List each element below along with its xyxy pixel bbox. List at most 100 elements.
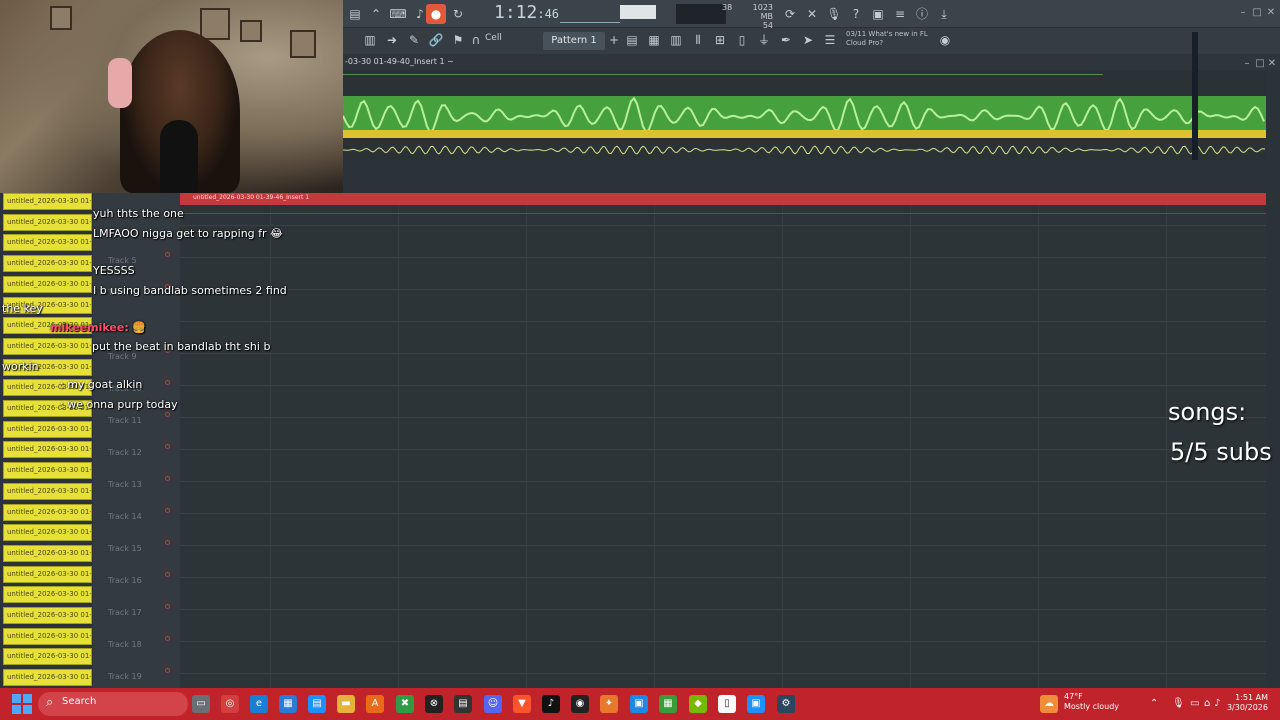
folder-icon[interactable]: ▬ [337, 695, 355, 713]
audio-clip[interactable]: untitled_2026-03-30 01- [3, 627, 92, 645]
playlist-icon[interactable]: ▤ [622, 30, 642, 50]
record-mode-icon[interactable]: ● [426, 4, 446, 24]
audio-clip[interactable]: untitled_2026-03-30 01- [3, 607, 92, 624]
mixer-view-icon[interactable]: ⫴ [688, 30, 708, 50]
task-view-icon[interactable]: ▭ [192, 695, 210, 713]
track-label[interactable]: Track 19 [108, 672, 142, 681]
word-icon[interactable]: ▤ [308, 695, 326, 713]
track-mute-indicator[interactable] [165, 604, 170, 609]
brave-icon[interactable]: ▼ [513, 695, 531, 713]
obs-icon[interactable]: ◉ [571, 695, 589, 713]
browser-icon[interactable]: ⊞ [710, 30, 730, 50]
maximize-icon[interactable]: □ [1250, 6, 1264, 20]
audio-clip[interactable]: untitled_2026-03-30 01- [3, 565, 92, 583]
track-label[interactable]: Track 9 [108, 352, 137, 361]
track-mute-indicator[interactable] [165, 476, 170, 481]
app2-icon[interactable]: ▣ [747, 695, 765, 713]
steam-icon[interactable]: ⚙ [777, 695, 795, 713]
list-icon[interactable]: ☰ [820, 30, 840, 50]
piano-roll-icon[interactable]: ▥ [360, 30, 380, 50]
menu-icon[interactable]: ▤ [345, 4, 365, 24]
add-pattern-icon[interactable]: + [604, 30, 624, 50]
track-mute-indicator[interactable] [165, 540, 170, 545]
app-icon[interactable]: ▤ [454, 695, 472, 713]
store-icon[interactable]: ▦ [279, 695, 297, 713]
audio-clip[interactable]: untitled_2026-03-30 01- [3, 234, 92, 252]
track-mute-indicator[interactable] [165, 572, 170, 577]
audio-clip[interactable]: untitled_2026-03-30 01- [3, 669, 92, 687]
audio-clip[interactable]: untitled_2026-03-30 01- [3, 648, 92, 666]
mixer-icon[interactable]: ≡ [890, 4, 910, 24]
reset-icon[interactable]: ⟳ [780, 4, 800, 24]
weather-widget[interactable]: 47°F Mostly cloudy [1064, 692, 1119, 712]
playlist-close-icon[interactable]: ✕ [1265, 57, 1279, 71]
start-button[interactable] [12, 694, 32, 714]
taskbar-search-box[interactable] [38, 692, 188, 716]
paint-icon[interactable]: ✒ [776, 30, 796, 50]
playlist-grid[interactable] [180, 193, 1266, 688]
audio-clip[interactable]: untitled_2026-03-30 01- [3, 255, 92, 273]
microphone-icon[interactable]: 🎙 [824, 4, 844, 24]
plugin-icon[interactable]: ▯ [732, 30, 752, 50]
photos-icon[interactable]: ▣ [630, 695, 648, 713]
audio-clip[interactable]: untitled_2026-03-30 01- [3, 462, 92, 480]
audio-clip[interactable]: untitled_2026-03-30 01- [3, 420, 92, 438]
fl-studio-active-icon[interactable]: ✦ [600, 695, 618, 713]
slice-icon[interactable]: 🔗 [426, 30, 446, 50]
audio-clip[interactable]: untitled_2026-03-30 01- [3, 544, 92, 562]
audio-clip[interactable]: untitled_2026-03-30 01- [3, 524, 92, 542]
draw-icon[interactable]: ✎ [404, 30, 424, 50]
audio-clip[interactable]: untitled_2026-03-30 01- [3, 337, 92, 355]
audio-clip[interactable]: untitled_2026-03-30 01- [3, 586, 92, 604]
track-label[interactable]: Track 12 [108, 448, 142, 457]
tray-chevron-icon[interactable]: ⌃ [1150, 698, 1158, 709]
typing-keyboard-icon[interactable]: ⌨ [388, 4, 408, 24]
audio-clip[interactable]: untitled_2026-03-30 01- [3, 441, 92, 459]
loop-icon[interactable]: ↻ [448, 4, 468, 24]
volume-icon[interactable]: ♪ [1214, 698, 1220, 709]
audio-clip[interactable]: untitled_2026-03-30 01- [3, 275, 92, 293]
track-label[interactable]: Track 13 [108, 480, 142, 489]
pattern-selector[interactable]: Pattern 1 [543, 32, 605, 50]
track-label[interactable]: Track 18 [108, 640, 142, 649]
magnet-icon[interactable]: ∩ [466, 30, 486, 50]
playlist-minimize-icon[interactable]: – [1240, 57, 1254, 71]
audio-clip-insert[interactable] [180, 193, 1266, 205]
mic-tray-icon[interactable]: 🎙 [1172, 698, 1185, 709]
track-mute-indicator[interactable] [165, 412, 170, 417]
notepad-icon[interactable]: ▯ [718, 695, 736, 713]
save-icon[interactable]: ▣ [868, 4, 888, 24]
display-tray-icon[interactable]: ▭ [1190, 698, 1199, 709]
chrome-icon[interactable]: ◎ [221, 695, 239, 713]
audio-waveform-view[interactable] [343, 70, 1266, 160]
network-icon[interactable]: ⌂ [1204, 698, 1210, 709]
track-label[interactable]: Track 14 [108, 512, 142, 521]
close-icon[interactable]: ✕ [1264, 6, 1278, 20]
track-mute-indicator[interactable] [165, 508, 170, 513]
stamp-icon[interactable]: ⚑ [448, 30, 468, 50]
pitch-icon[interactable]: ⌃ [366, 4, 386, 24]
channel-rack-icon[interactable]: ▦ [644, 30, 664, 50]
audio-clip[interactable]: untitled_2026-03-30 01- [3, 503, 92, 521]
track-mute-indicator[interactable] [165, 252, 170, 257]
track-label[interactable]: Track 16 [108, 576, 142, 585]
panic-icon[interactable]: ✕ [802, 4, 822, 24]
audio-clip[interactable]: untitled_2026-03-30 01- [3, 193, 92, 210]
audio-clip[interactable]: untitled_2026-03-30 01- [3, 482, 92, 500]
track-label[interactable]: Track 15 [108, 544, 142, 553]
discord-icon[interactable]: ☺ [484, 695, 502, 713]
weather-icon[interactable]: ☁ [1040, 695, 1058, 713]
plug-icon[interactable]: ⏚ [754, 30, 774, 50]
news-panel[interactable]: 03/11 What's new in FL Cloud Pro? [846, 30, 928, 48]
track-mute-indicator[interactable] [165, 668, 170, 673]
tiktok-icon[interactable]: ♪ [542, 695, 560, 713]
cloud-icon[interactable]: ◉ [935, 30, 955, 50]
edge-icon[interactable]: e [250, 695, 268, 713]
excel-icon[interactable]: ✖ [396, 695, 414, 713]
fl-studio-icon[interactable]: A [366, 695, 384, 713]
taskbar-clock[interactable]: 1:51 AM 3/30/2026 [1226, 693, 1268, 713]
track-mute-indicator[interactable] [165, 444, 170, 449]
share-icon[interactable]: ➤ [798, 30, 818, 50]
audio-clip[interactable]: untitled_2026-03-30 01- [3, 213, 92, 231]
info-icon[interactable]: ⓘ [912, 4, 932, 24]
